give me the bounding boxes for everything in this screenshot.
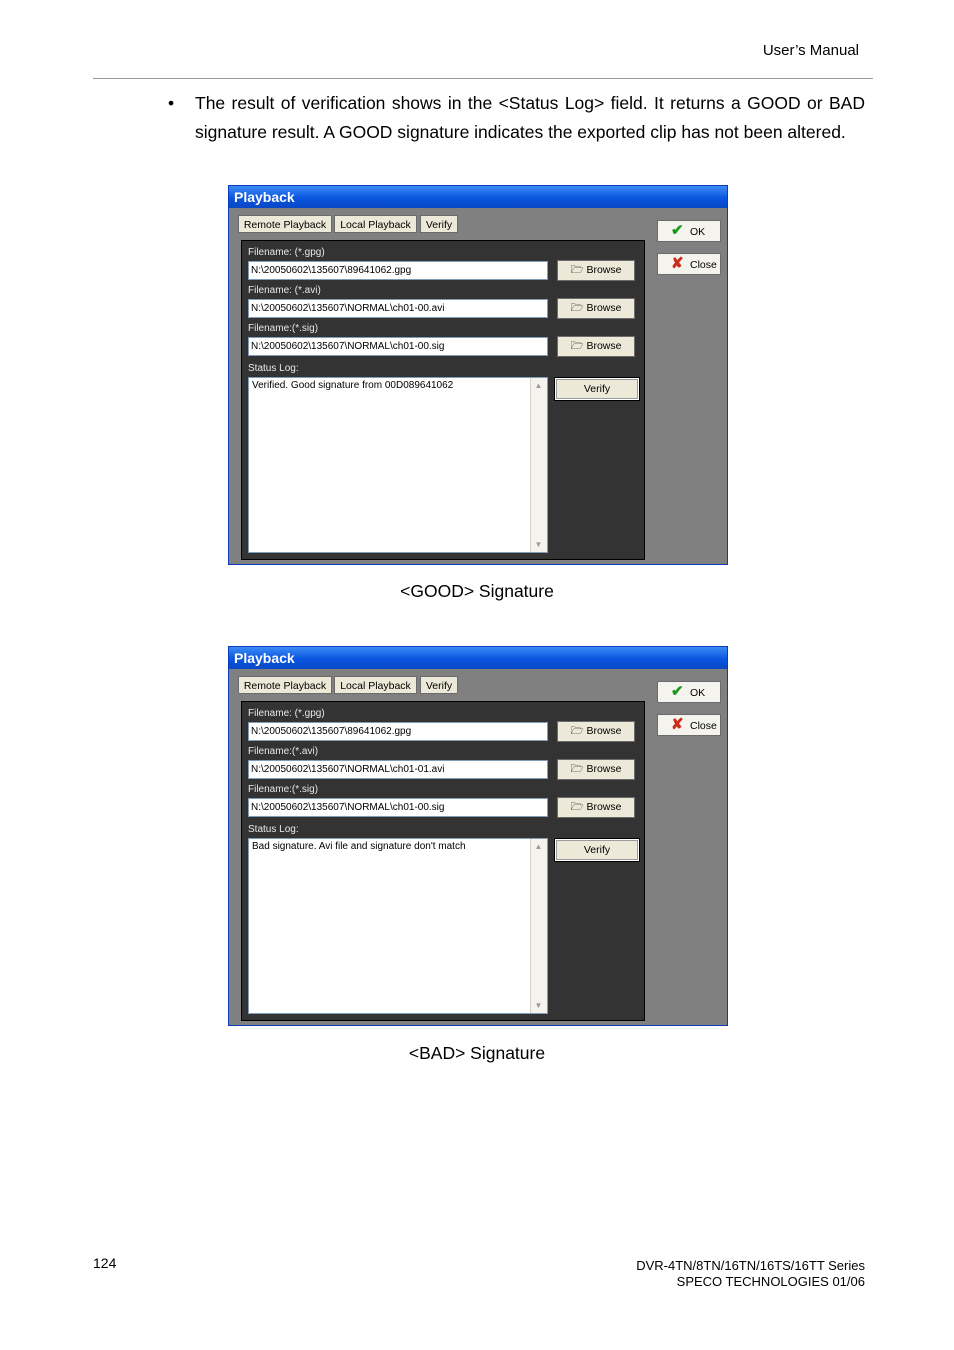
bullet-symbol: • <box>168 93 175 113</box>
header-text: User’s Manual <box>762 42 859 59</box>
browse-gpg-button[interactable]: 🗁 Browse <box>557 260 635 281</box>
browse-sig-button[interactable]: 🗁 Browse <box>557 797 635 818</box>
browse-label: Browse <box>586 302 622 314</box>
status-log-text: Bad signature. Avi file and signature do… <box>252 841 466 852</box>
browse-avi-button[interactable]: 🗁 Browse <box>557 298 635 319</box>
sig-filename-label: Filename:(*.sig) <box>248 784 319 795</box>
tab-verify[interactable]: Verify <box>420 676 458 694</box>
verify-panel: Filename: (*.gpg) N:\20050602\135607\896… <box>241 240 645 560</box>
browse-label: Browse <box>586 763 622 775</box>
playback-dialog-good: Playback Remote Playback Local Playback … <box>228 185 728 565</box>
avi-filename-label: Filename: (*.avi) <box>248 285 321 296</box>
x-icon: ✘ <box>671 255 684 272</box>
browse-sig-button[interactable]: 🗁 Browse <box>557 336 635 357</box>
status-log-textarea[interactable]: Verified. Good signature from 00D0896410… <box>248 377 548 553</box>
playback-dialog-bad: Playback Remote Playback Local Playback … <box>228 646 728 1026</box>
scroll-down-icon[interactable]: ▼ <box>532 999 545 1012</box>
sig-filename-input[interactable]: N:\20050602\135607\NORMAL\ch01-00.sig <box>248 798 548 817</box>
bullet-paragraph: • The result of verification shows in th… <box>168 89 865 146</box>
bullet-text: The result of verification shows in the … <box>195 93 865 142</box>
check-icon: ✔ <box>671 222 684 239</box>
tab-remote-playback[interactable]: Remote Playback <box>238 215 332 233</box>
folder-open-icon: 🗁 <box>570 725 584 737</box>
status-log-text: Verified. Good signature from 00D0896410… <box>252 380 454 391</box>
gpg-filename-label: Filename: (*.gpg) <box>248 708 325 719</box>
ok-label: OK <box>690 687 706 699</box>
header-divider <box>93 78 873 79</box>
check-icon: ✔ <box>671 683 684 700</box>
status-log-scrollbar[interactable]: ▲ ▼ <box>530 378 547 552</box>
dialog-title: Playback <box>229 647 727 669</box>
avi-filename-input[interactable]: N:\20050602\135607\NORMAL\ch01-01.avi <box>248 760 548 779</box>
close-button[interactable]: ✘ Close <box>657 253 721 275</box>
dialog-title: Playback <box>229 186 727 208</box>
footer-info: DVR-4TN/8TN/16TN/16TS/16TT Series SPECO … <box>636 1258 865 1290</box>
sig-filename-label: Filename:(*.sig) <box>248 323 319 334</box>
verify-panel: Filename: (*.gpg) N:\20050602\135607\896… <box>241 701 645 1021</box>
footer-series: DVR-4TN/8TN/16TN/16TS/16TT Series <box>636 1258 865 1273</box>
gpg-filename-input[interactable]: N:\20050602\135607\89641062.gpg <box>248 722 548 741</box>
avi-filename-input[interactable]: N:\20050602\135607\NORMAL\ch01-00.avi <box>248 299 548 318</box>
folder-open-icon: 🗁 <box>570 801 584 813</box>
browse-label: Browse <box>586 725 622 737</box>
good-signature-caption: <GOOD> Signature <box>400 581 554 601</box>
status-log-label: Status Log: <box>248 824 299 835</box>
folder-open-icon: 🗁 <box>570 302 584 314</box>
browse-label: Browse <box>586 264 622 276</box>
browse-gpg-button[interactable]: 🗁 Browse <box>557 721 635 742</box>
status-log-textarea[interactable]: Bad signature. Avi file and signature do… <box>248 838 548 1014</box>
ok-button[interactable]: ✔ OK <box>657 220 721 242</box>
verify-button[interactable]: Verify <box>554 838 640 862</box>
page-number: 124 <box>93 1255 117 1271</box>
folder-open-icon: 🗁 <box>570 763 584 775</box>
bad-signature-caption: <BAD> Signature <box>408 1043 546 1063</box>
tab-local-playback[interactable]: Local Playback <box>334 676 417 694</box>
avi-filename-label: Filename:(*.avi) <box>248 746 319 757</box>
verify-button[interactable]: Verify <box>554 377 640 401</box>
close-label: Close <box>690 720 717 732</box>
sig-filename-input[interactable]: N:\20050602\135607\NORMAL\ch01-00.sig <box>248 337 548 356</box>
ok-button[interactable]: ✔ OK <box>657 681 721 703</box>
browse-label: Browse <box>586 340 622 352</box>
status-log-label: Status Log: <box>248 363 299 374</box>
close-label: Close <box>690 259 717 271</box>
scroll-down-icon[interactable]: ▼ <box>532 538 545 551</box>
gpg-filename-label: Filename: (*.gpg) <box>248 247 325 258</box>
close-button[interactable]: ✘ Close <box>657 714 721 736</box>
ok-label: OK <box>690 226 706 238</box>
status-log-scrollbar[interactable]: ▲ ▼ <box>530 839 547 1013</box>
x-icon: ✘ <box>671 716 684 733</box>
tab-verify[interactable]: Verify <box>420 215 458 233</box>
folder-open-icon: 🗁 <box>570 264 584 276</box>
browse-avi-button[interactable]: 🗁 Browse <box>557 759 635 780</box>
folder-open-icon: 🗁 <box>570 340 584 352</box>
scroll-up-icon[interactable]: ▲ <box>532 840 545 853</box>
footer-company: SPECO TECHNOLOGIES 01/06 <box>676 1274 865 1289</box>
tab-remote-playback[interactable]: Remote Playback <box>238 676 332 694</box>
tab-local-playback[interactable]: Local Playback <box>334 215 417 233</box>
gpg-filename-input[interactable]: N:\20050602\135607\89641062.gpg <box>248 261 548 280</box>
scroll-up-icon[interactable]: ▲ <box>532 379 545 392</box>
browse-label: Browse <box>586 801 622 813</box>
